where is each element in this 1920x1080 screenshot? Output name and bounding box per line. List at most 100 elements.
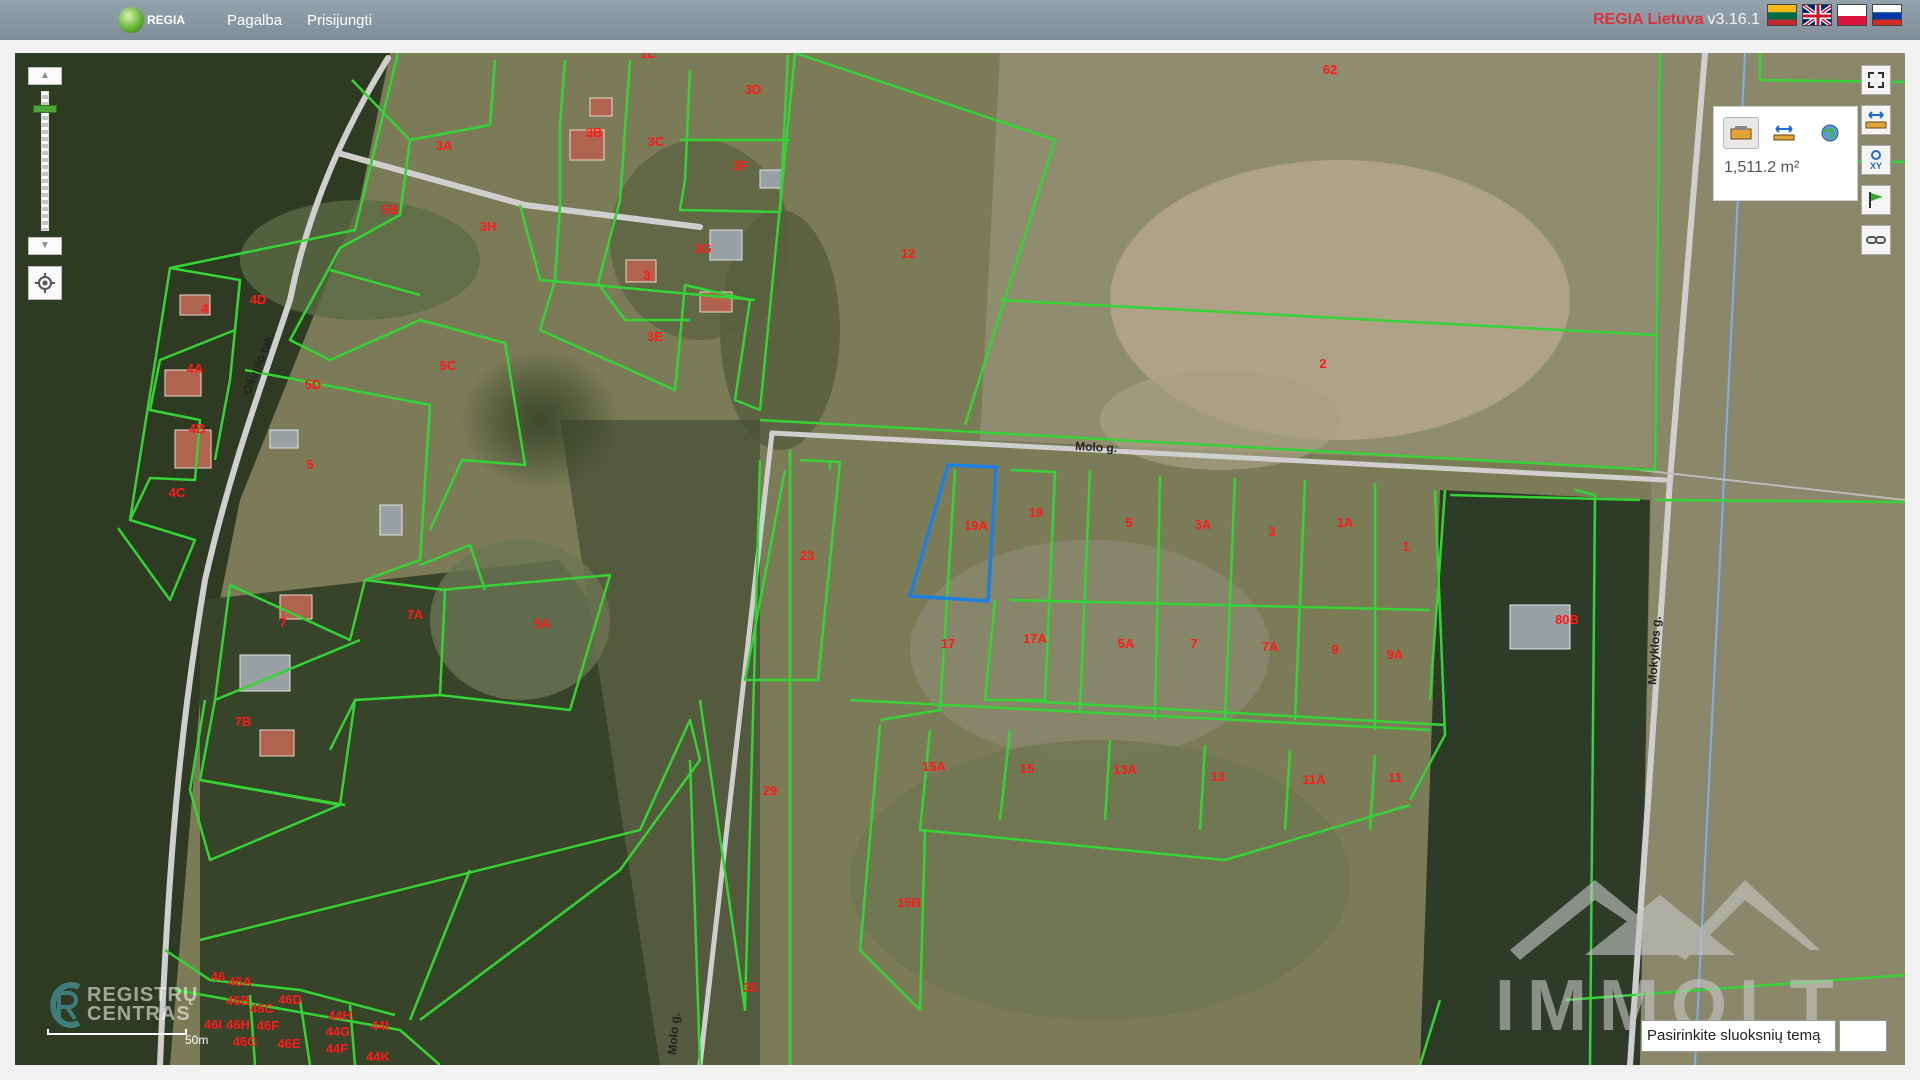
parcel-label[interactable]: 5 — [1125, 515, 1132, 530]
link-icon — [1866, 236, 1886, 244]
parcel-label[interactable]: 4B — [189, 421, 206, 436]
parcel-label[interactable]: 29 — [763, 783, 777, 798]
parcel-label[interactable]: 12 — [901, 246, 915, 261]
link-button[interactable] — [1861, 225, 1891, 255]
parcel-label[interactable]: 35 — [743, 980, 757, 995]
top-bar: REGIA Pagalba Prisijungti REGIA Lietuva v… — [0, 0, 1920, 40]
parcel-label[interactable]: 7A — [1262, 639, 1279, 654]
parcel-label[interactable]: 4A — [187, 361, 204, 376]
zoom-out-button[interactable]: ▼ — [28, 237, 62, 255]
nav-login-link[interactable]: Prisijungti — [307, 12, 372, 29]
parcel-label[interactable]: 1A — [1337, 515, 1354, 530]
parcel-label[interactable]: 23 — [800, 548, 814, 563]
measure-distance-tool[interactable] — [1766, 117, 1802, 149]
flag-pl-icon[interactable] — [1837, 4, 1867, 26]
parcel-label[interactable]: 3D — [745, 82, 762, 97]
flag-button[interactable] — [1861, 185, 1891, 215]
parcel-label[interactable]: 7B — [235, 714, 252, 729]
parcel-label[interactable]: 3A — [1195, 517, 1212, 532]
parcel-label[interactable]: 44I — [371, 1018, 389, 1033]
parcel-label[interactable]: 3B — [586, 125, 603, 140]
parcel-label[interactable]: 13 — [1211, 769, 1225, 784]
zoom-in-button[interactable]: ▲ — [28, 67, 62, 85]
coordinates-button[interactable]: XY — [1861, 145, 1891, 175]
parcel-label[interactable]: 11 — [1388, 770, 1402, 785]
flag-en-icon[interactable] — [1802, 4, 1832, 26]
parcel-label[interactable]: 5D — [305, 377, 322, 392]
zoom-slider-thumb[interactable] — [33, 105, 57, 113]
parcel-label[interactable]: 3 — [1268, 524, 1275, 539]
app-version: v3.16.1 — [1707, 11, 1760, 28]
parcel-label[interactable]: 5A — [1118, 636, 1135, 651]
parcel-label[interactable]: 5 — [306, 457, 313, 472]
parcel-label[interactable]: 46A — [228, 974, 252, 989]
parcel-label[interactable]: 11A — [1302, 772, 1326, 787]
map-viewport[interactable]: Ošupio tak. Molo g. Molo g. Mokyklos g. … — [15, 53, 1905, 1065]
parcel-label[interactable]: 1 — [1402, 539, 1409, 554]
parcel-label[interactable]: 19 — [1029, 505, 1043, 520]
parcel-label[interactable]: 9A — [1387, 647, 1404, 662]
layer-theme-button[interactable] — [1839, 1020, 1887, 1052]
scale-bar-line — [47, 1029, 187, 1035]
parcel-label[interactable]: 62 — [1323, 62, 1337, 77]
parcel-label[interactable]: 3A — [436, 138, 453, 153]
logo-text: REGIA — [147, 13, 186, 27]
registry-logo: REGISTRŲ CENTRAS — [45, 981, 198, 1029]
parcel-label[interactable]: 7 — [279, 615, 286, 630]
parcel-label[interactable]: 4D — [250, 292, 267, 307]
fullscreen-button[interactable] — [1861, 65, 1891, 95]
parcel-label[interactable]: 46F — [257, 1018, 279, 1033]
parcel-label[interactable]: 44F — [326, 1041, 348, 1056]
parcel-label[interactable]: 3E — [647, 329, 663, 344]
parcel-label[interactable]: 17A — [1023, 631, 1047, 646]
app-name: REGIA Lietuva — [1592, 11, 1704, 28]
regia-logo[interactable]: REGIA — [118, 7, 185, 33]
parcel-info-tool[interactable] — [1723, 117, 1759, 149]
parcel-label[interactable]: 3 — [643, 268, 650, 283]
flag-ru-icon[interactable] — [1872, 4, 1902, 26]
parcel-label[interactable]: 15 — [1020, 761, 1034, 776]
parcel-label[interactable]: 3F — [732, 158, 747, 173]
parcel-label[interactable]: 4 — [201, 301, 209, 316]
nav-help-link[interactable]: Pagalba — [227, 12, 282, 29]
parcel-label[interactable]: 4C — [169, 485, 186, 500]
parcel-label[interactable]: 3G — [694, 241, 711, 256]
language-switcher — [1767, 4, 1902, 26]
parcel-label[interactable]: 13A — [1113, 762, 1137, 777]
parcel-label[interactable]: 5C — [440, 358, 457, 373]
parcel-label[interactable]: 46G — [233, 1034, 258, 1049]
parcel-label[interactable]: 46H — [226, 1017, 250, 1032]
measure-panel: 1,511.2 m² — [1713, 106, 1858, 201]
parcel-label[interactable]: 46E — [277, 1036, 300, 1051]
parcel-label[interactable]: 46 — [211, 969, 225, 984]
measure-button[interactable] — [1861, 105, 1891, 135]
layer-theme-input[interactable]: Pasirinkite sluoksnių temą — [1641, 1020, 1836, 1052]
parcel-label[interactable]: 2 — [1319, 356, 1326, 371]
locate-button[interactable] — [28, 266, 62, 300]
parcel-label[interactable]: 5B — [382, 202, 399, 217]
parcel-label[interactable]: 19A — [964, 518, 988, 533]
parcel-label[interactable]: 3C — [648, 134, 665, 149]
parcel-label[interactable]: 9 — [1331, 642, 1338, 657]
parcel-label[interactable]: 17 — [941, 636, 955, 651]
parcel-label[interactable]: 44G — [326, 1024, 351, 1039]
parcel-label[interactable]: 5A — [534, 616, 551, 631]
parcel-info-icon — [1730, 126, 1752, 140]
parcel-label[interactable]: 1L — [640, 53, 655, 61]
parcel-label[interactable]: 7 — [1190, 636, 1197, 651]
parcel-label[interactable]: 3H — [480, 219, 497, 234]
parcel-label[interactable]: 15B — [897, 895, 921, 910]
globe-tool[interactable] — [1812, 117, 1848, 149]
app-brand: REGIA Lietuva v3.16.1 — [1593, 11, 1760, 29]
parcel-label[interactable]: 44K — [366, 1049, 390, 1064]
parcel-label[interactable]: 46D — [278, 992, 302, 1007]
parcel-label[interactable]: 7A — [407, 607, 424, 622]
crosshair-icon — [35, 273, 55, 293]
parcel-label[interactable]: 44H — [328, 1008, 352, 1023]
parcel-label[interactable]: 15A — [922, 759, 946, 774]
parcel-label[interactable]: 46C — [250, 1001, 274, 1016]
parcel-label[interactable]: 80B — [1555, 612, 1579, 627]
flag-lt-icon[interactable] — [1767, 4, 1797, 26]
flag-icon — [1869, 192, 1883, 208]
parcel-label[interactable]: 46B — [226, 993, 250, 1008]
